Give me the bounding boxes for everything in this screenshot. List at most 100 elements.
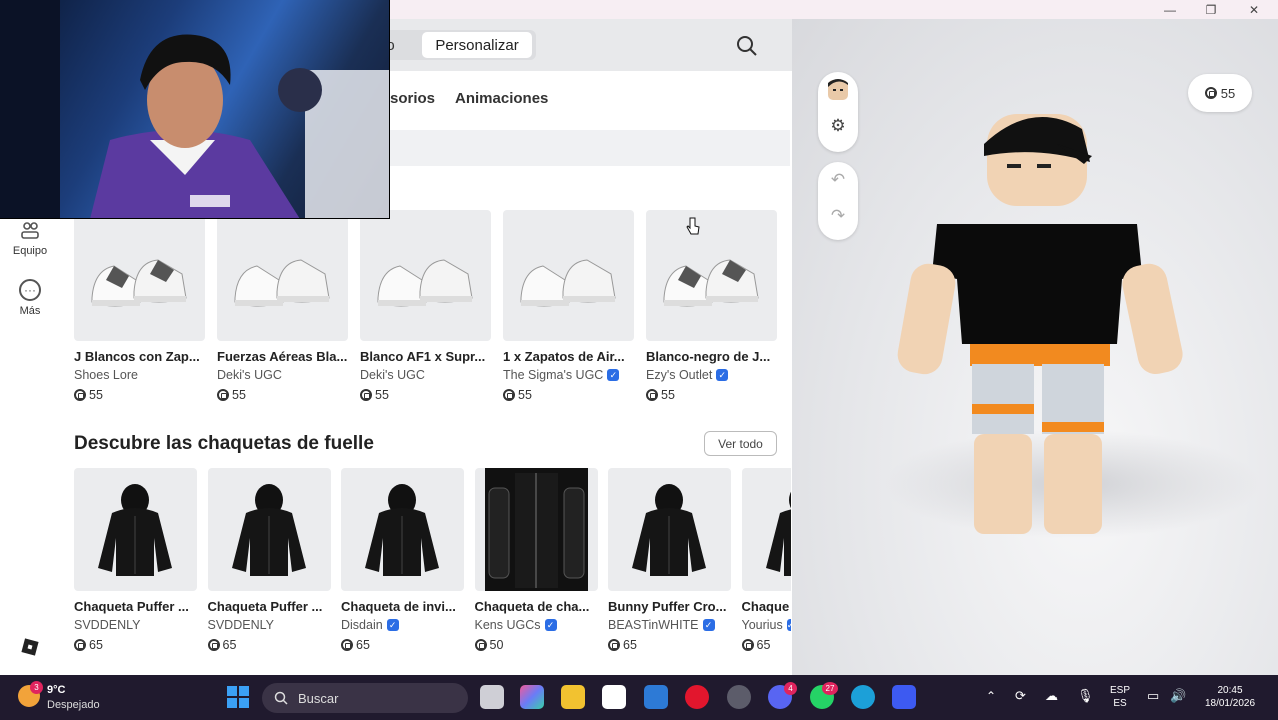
item-name[interactable]: Chaqueta de invi... — [341, 599, 464, 614]
catalog-item-card[interactable]: Chaqueta de invi... Disdain ✓ 65 — [341, 468, 464, 652]
item-thumbnail[interactable] — [608, 468, 731, 591]
item-name[interactable]: Blanco AF1 x Supr... — [360, 349, 491, 364]
catalog-item-card[interactable]: Chaqueta de cha... Kens UGCs ✓ 50 — [474, 468, 598, 652]
whatsapp-badge: 27 — [822, 682, 838, 695]
item-thumbnail[interactable] — [741, 468, 791, 591]
volume-icon[interactable]: 🔊 — [1170, 689, 1186, 702]
item-name[interactable]: Chaqueta de cha... — [475, 599, 598, 614]
avatar-head-icon[interactable] — [818, 72, 858, 108]
item-name[interactable]: Bunny Puffer Cro... — [608, 599, 731, 614]
language-indicator[interactable]: ESP ES — [1108, 684, 1132, 710]
item-thumbnail[interactable] — [207, 468, 331, 591]
item-creator[interactable]: Deki's UGC — [360, 368, 491, 382]
chevron-up-icon[interactable]: ⌃ — [986, 690, 996, 703]
redo-icon[interactable]: ↷ — [818, 198, 858, 234]
tab-animaciones[interactable]: Animaciones — [455, 90, 548, 107]
item-thumbnail[interactable] — [360, 210, 491, 341]
catalog-item-card[interactable]: J Blancos con Zap... Shoes Lore 55 — [74, 210, 205, 402]
avatar-figure — [897, 114, 1183, 534]
segment-personalizar[interactable]: Personalizar — [422, 32, 532, 58]
robux-icon — [503, 389, 515, 401]
avatar-preview[interactable] — [792, 19, 1278, 675]
sidebar-item-label: Más — [19, 305, 41, 317]
price-value: 55 — [89, 388, 103, 402]
item-thumbnail[interactable] — [74, 210, 205, 341]
verified-badge-icon: ✓ — [786, 619, 791, 631]
edge-icon[interactable] — [851, 685, 875, 709]
catalog-item-card[interactable]: Blanco-negro de J... Ezy's Outlet ✓ 55 — [646, 210, 777, 402]
item-creator[interactable]: BEASTinWHITE ✓ — [608, 618, 731, 632]
see-all-button[interactable]: Ver todo — [704, 431, 777, 456]
item-creator[interactable]: SVDDENLY — [74, 618, 197, 632]
item-name[interactable]: J Blancos con Zap... — [74, 349, 205, 364]
item-price: 65 — [74, 638, 197, 652]
item-name[interactable]: Chaqueta Puffer ... — [74, 599, 197, 614]
network-icon[interactable]: ▭ — [1147, 689, 1159, 702]
catalog-item-card[interactable]: Chaqueta Puffer ... SVDDENLY 65 — [74, 468, 197, 652]
microphone-icon[interactable]: 🎙 — [1077, 689, 1094, 702]
robux-icon — [341, 639, 353, 651]
roblox-app-icon[interactable] — [892, 685, 916, 709]
item-creator[interactable]: Ezy's Outlet ✓ — [646, 368, 777, 382]
robux-icon — [217, 389, 229, 401]
item-price: 55 — [503, 388, 634, 402]
item-thumbnail[interactable] — [646, 210, 777, 341]
catalog-item-card[interactable]: Blanco AF1 x Supr... Deki's UGC 55 — [360, 210, 491, 402]
item-thumbnail[interactable] — [74, 468, 197, 591]
item-thumbnail[interactable] — [341, 468, 464, 591]
sidebar-item-mas[interactable]: ··· Más — [0, 279, 60, 317]
item-price: 55 — [217, 388, 348, 402]
catalog-item-card[interactable]: 1 x Zapatos de Air... The Sigma's UGC ✓ 55 — [503, 210, 634, 402]
creator-name: BEASTinWHITE — [608, 618, 699, 632]
price-value: 65 — [623, 638, 637, 652]
outlook-icon[interactable] — [644, 685, 668, 709]
copilot-icon[interactable] — [520, 685, 544, 709]
obs-icon[interactable] — [727, 685, 751, 709]
opera-icon[interactable] — [685, 685, 709, 709]
item-name[interactable]: Chaqueta Puffer ... — [208, 599, 331, 614]
item-creator[interactable]: Kens UGCs ✓ — [475, 618, 598, 632]
group-icon — [19, 219, 41, 241]
hand-cursor-icon — [686, 216, 700, 238]
item-thumbnail[interactable] — [217, 210, 348, 341]
verified-badge-icon: ✓ — [386, 619, 399, 631]
item-name[interactable]: 1 x Zapatos de Air... — [503, 349, 634, 364]
close-icon[interactable]: ✕ — [1234, 0, 1274, 19]
item-thumbnail[interactable] — [503, 210, 634, 341]
sidebar-item-equipo[interactable]: Equipo — [0, 219, 60, 257]
undo-icon[interactable]: ↶ — [818, 162, 858, 198]
start-icon[interactable] — [227, 686, 249, 708]
file-explorer-icon[interactable] — [561, 685, 585, 709]
clock[interactable]: 20:45 18/01/2026 — [1198, 684, 1262, 710]
item-creator[interactable]: SVDDENLY — [208, 618, 331, 632]
item-name[interactable]: Fuerzas Aéreas Bla... — [217, 349, 348, 364]
catalog-item-card[interactable]: Fuerzas Aéreas Bla... Deki's UGC 55 — [217, 210, 348, 402]
restore-icon[interactable]: ❐ — [1191, 0, 1231, 19]
item-name[interactable]: Chaque — [742, 599, 791, 614]
taskbar-search-input[interactable]: Buscar — [262, 683, 468, 713]
item-creator[interactable]: Disdain ✓ — [341, 618, 464, 632]
store-icon[interactable] — [602, 685, 626, 709]
roblox-logo-icon[interactable] — [20, 637, 40, 657]
item-creator[interactable]: The Sigma's UGC ✓ — [503, 368, 634, 382]
catalog-item-card[interactable]: Bunny Puffer Cro... BEASTinWHITE ✓ 65 — [608, 468, 731, 652]
verified-badge-icon: ✓ — [544, 619, 557, 631]
settings-icon[interactable]: ⚙ — [818, 108, 858, 144]
search-icon[interactable] — [735, 34, 759, 58]
minimize-icon[interactable]: — — [1150, 0, 1190, 19]
item-thumbnail[interactable] — [474, 468, 598, 591]
tab-accesorios[interactable]: sorios — [390, 90, 435, 107]
item-creator[interactable]: Deki's UGC — [217, 368, 348, 382]
cloud-icon[interactable]: ☁ — [1045, 689, 1058, 702]
task-view-icon[interactable] — [480, 685, 504, 709]
sync-icon[interactable]: ⟳ — [1015, 689, 1026, 702]
item-creator[interactable]: Yourius✓ — [742, 618, 791, 632]
robux-icon — [360, 389, 372, 401]
creator-name: SVDDENLY — [74, 618, 141, 632]
robux-icon — [474, 639, 487, 651]
total-price: 55 — [1220, 85, 1236, 101]
item-name[interactable]: Blanco-negro de J... — [646, 349, 777, 364]
catalog-item-card[interactable]: Chaque Yourius✓ 65 — [741, 468, 791, 652]
item-creator[interactable]: Shoes Lore — [74, 368, 205, 382]
catalog-item-card[interactable]: Chaqueta Puffer ... SVDDENLY 65 — [207, 468, 331, 652]
